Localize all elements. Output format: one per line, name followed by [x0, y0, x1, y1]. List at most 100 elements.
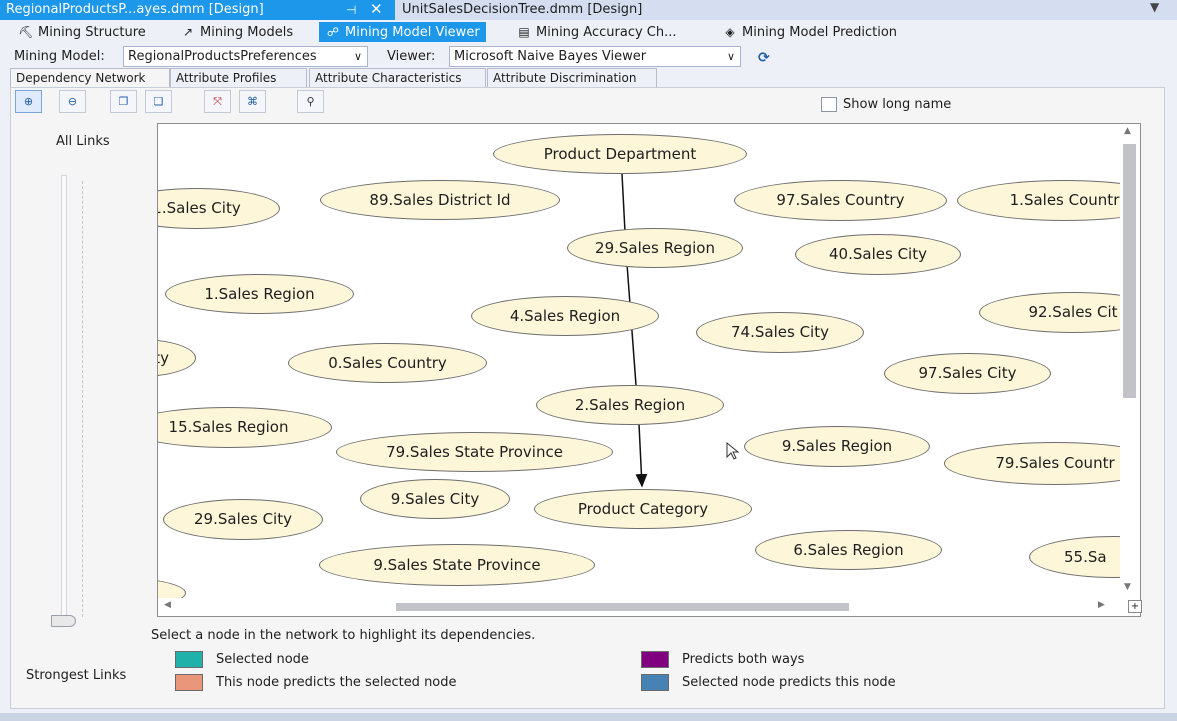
network-node[interactable]: 29.Sales Region [567, 228, 743, 268]
network-node[interactable]: 9.Sales State Province [319, 544, 595, 586]
size-to-fit-button[interactable]: ⤧ [204, 90, 231, 113]
mining-model-prediction-label: Mining Model Prediction [742, 25, 898, 40]
all-links-label: All Links [56, 134, 110, 149]
legend-swatch [641, 674, 669, 691]
network-node[interactable]: 9.Sales City [360, 479, 510, 519]
document-tab-unit-sales-tree[interactable]: UnitSalesDecisionTree.dmm [Design] [396, 0, 648, 20]
accuracy-chart-icon: ▤ [518, 25, 530, 39]
dependency-network-canvas[interactable]: Product Department 1.Sales City 89.Sales… [157, 123, 1141, 617]
network-node[interactable]: 4.Sales Region [471, 296, 659, 336]
network-node[interactable]: 9.Sales Region [744, 426, 930, 467]
designer-toolbar: ⛏ Mining Structure ↗ Mining Models ☍ Mining… [0, 20, 1177, 43]
scroll-up-icon[interactable]: ▲ [1124, 126, 1131, 136]
zoom-out-icon: ⊖ [67, 95, 78, 108]
tab-attribute-profiles[interactable]: Attribute Profiles [170, 68, 307, 87]
show-long-name-label: Show long name [843, 97, 952, 112]
viewer-label: Viewer: [387, 49, 436, 64]
mining-model-viewer-label: Mining Model Viewer [345, 25, 480, 40]
chevron-down-icon: ∨ [353, 50, 362, 63]
link-strength-slider-track[interactable] [61, 175, 67, 623]
mining-model-dropdown[interactable]: RegionalProductsPreferences ∨ [123, 46, 368, 67]
mining-structure-tab[interactable]: ⛏ Mining Structure [14, 22, 150, 42]
refresh-icon[interactable]: ⟳ [758, 50, 770, 66]
expand-button[interactable]: + [1128, 600, 1142, 613]
mining-model-value: RegionalProductsPreferences [128, 49, 317, 64]
legend-swatch [175, 651, 203, 668]
tab-overflow-icon[interactable]: ▼ [1150, 0, 1159, 14]
mining-structure-icon: ⛏ [18, 25, 34, 39]
legend-swatch [641, 651, 669, 668]
legend-label: Selected node [216, 652, 309, 667]
network-node[interactable]: 74.Sales City [696, 312, 864, 353]
prediction-icon: ◈ [725, 25, 735, 39]
mining-accuracy-chart-tab[interactable]: ▤ Mining Accuracy Ch... [512, 22, 681, 42]
horizontal-scrollbar[interactable]: ◀ ▶ [158, 598, 1121, 616]
copy-all-icon: ❏ [153, 95, 164, 108]
network-node[interactable]: 0.Sales Country [288, 343, 487, 383]
mining-model-viewer-icon: ☍ [326, 25, 340, 39]
pin-icon[interactable]: ⊣ [346, 0, 356, 20]
tab-attribute-discrimination[interactable]: Attribute Discrimination [487, 68, 657, 87]
mouse-cursor-icon [726, 442, 740, 460]
fit-to-window-icon: ⤧ [213, 95, 222, 108]
scroll-down-icon[interactable]: ▼ [1124, 582, 1131, 592]
close-icon[interactable]: ✕ [370, 0, 383, 19]
binoculars-icon: ⚲ [306, 95, 315, 108]
viewer-dropdown[interactable]: Microsoft Naive Bayes Viewer ∨ [449, 46, 741, 67]
document-tab-bar: RegionalProductsP...ayes.dmm [Design] ⊣ … [0, 0, 1177, 20]
mining-model-label: Mining Model: [14, 49, 105, 64]
scroll-left-icon[interactable]: ◀ [164, 600, 171, 610]
network-node[interactable]: 89.Sales District Id [320, 180, 560, 220]
edge-region2-to-category [635, 423, 648, 488]
show-long-name-checkbox[interactable]: Show long name [821, 97, 951, 112]
legend-label: Predicts both ways [682, 652, 805, 667]
copy-entire-graph-button[interactable]: ❏ [145, 90, 172, 113]
vertical-scrollbar[interactable]: ▲ ▼ [1120, 124, 1140, 599]
status-bar [0, 713, 1177, 721]
mining-structure-label: Mining Structure [38, 25, 146, 40]
mining-models-tab[interactable]: ↗ Mining Models [176, 22, 297, 42]
legend-label: Selected node predicts this node [682, 675, 896, 690]
horizontal-scroll-thumb[interactable] [396, 603, 849, 611]
link-strength-slider-thumb[interactable] [51, 615, 76, 627]
model-selection-bar: Mining Model: RegionalProductsPreference… [0, 44, 1177, 68]
copy-icon: ❐ [118, 95, 129, 108]
network-node[interactable]: Product Category [534, 489, 752, 529]
checkbox-box[interactable] [821, 97, 837, 112]
copy-graph-view-button[interactable]: ❐ [110, 90, 137, 113]
chevron-down-icon: ∨ [726, 50, 735, 63]
network-node[interactable]: 97.Sales City [884, 353, 1051, 394]
mining-models-label: Mining Models [200, 25, 294, 40]
mining-model-viewer-tab[interactable]: ☍ Mining Model Viewer [319, 22, 486, 42]
document-tab-title: RegionalProductsP...ayes.dmm [Design] [6, 2, 264, 17]
legend-label: This node predicts the selected node [216, 675, 457, 690]
zoom-in-button[interactable]: ⊕ [15, 90, 42, 113]
network-node[interactable]: 40.Sales City [795, 234, 961, 275]
vertical-scroll-thumb[interactable] [1123, 144, 1136, 398]
network-node[interactable]: 97.Sales Country [734, 180, 947, 221]
mining-model-prediction-tab[interactable]: ◈ Mining Model Prediction [718, 22, 901, 42]
selection-hint: Select a node in the network to highligh… [151, 628, 536, 643]
center-graph-button[interactable]: ⌘ [239, 90, 266, 113]
center-graph-icon: ⌘ [247, 95, 258, 108]
viewer-value: Microsoft Naive Bayes Viewer [454, 49, 647, 64]
network-node[interactable]: 2.Sales Region [536, 385, 724, 425]
zoom-out-button[interactable]: ⊖ [59, 90, 86, 113]
mining-models-icon: ↗ [182, 25, 194, 39]
tab-attribute-characteristics[interactable]: Attribute Characteristics [309, 68, 486, 87]
zoom-in-icon: ⊕ [23, 95, 34, 108]
strongest-links-label: Strongest Links [26, 668, 127, 683]
network-node[interactable]: 29.Sales City [163, 499, 323, 540]
document-tab-regional-products[interactable]: RegionalProductsP...ayes.dmm [Design] ⊣ … [0, 0, 395, 20]
tab-dependency-network[interactable]: Dependency Network [10, 68, 170, 88]
dependency-network-panel: ⊕ ⊖ ❐ ❏ ⤧ ⌘ ⚲ Show long name All Links P… [10, 87, 1165, 709]
mining-accuracy-label: Mining Accuracy Ch... [536, 25, 677, 40]
legend-swatch [175, 674, 203, 691]
network-node[interactable]: Product Department [493, 134, 747, 174]
scroll-right-icon[interactable]: ▶ [1098, 600, 1105, 610]
edge-department-to-region29 [621, 173, 626, 233]
network-node[interactable]: 79.Sales State Province [336, 432, 613, 472]
find-node-button[interactable]: ⚲ [297, 90, 324, 113]
network-node[interactable]: 1.Sales Region [165, 274, 354, 314]
network-node[interactable]: 6.Sales Region [755, 530, 942, 570]
